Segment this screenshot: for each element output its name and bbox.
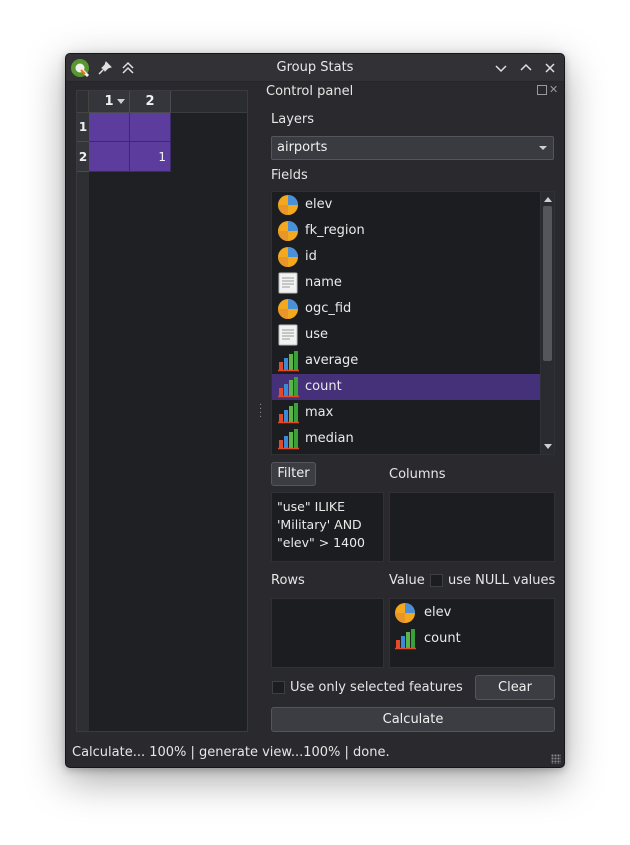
float-panel-icon[interactable] bbox=[537, 85, 547, 95]
status-bar: Calculate... 100% | generate view...100%… bbox=[66, 739, 564, 767]
null-values-label: use NULL values bbox=[448, 573, 556, 588]
panel-splitter[interactable]: · · · · bbox=[259, 401, 262, 423]
layers-combobox-value: airports bbox=[277, 140, 328, 155]
clear-button[interactable]: Clear bbox=[475, 675, 555, 700]
close-icon bbox=[545, 63, 555, 73]
numeric-field-icon bbox=[277, 246, 299, 268]
field-item-average[interactable]: average bbox=[272, 348, 540, 374]
text-field-icon bbox=[277, 324, 299, 346]
filter-button[interactable]: Filter bbox=[271, 462, 316, 486]
resize-grip-icon[interactable] bbox=[551, 754, 561, 764]
table-cell[interactable] bbox=[89, 113, 130, 142]
chevron-up-icon bbox=[520, 63, 532, 71]
row-header-1[interactable]: 1 bbox=[77, 113, 89, 142]
calculate-button[interactable]: Calculate bbox=[271, 707, 555, 732]
scroll-up-icon[interactable] bbox=[544, 197, 552, 202]
field-item-id[interactable]: id bbox=[272, 244, 540, 270]
columns-drop-area[interactable] bbox=[389, 492, 555, 562]
table-corner[interactable] bbox=[77, 91, 89, 113]
field-item-median[interactable]: median bbox=[272, 426, 540, 452]
value-item-label: elev bbox=[424, 605, 452, 620]
filter-expression-box[interactable]: "use" ILIKE 'Military' AND "elev" > 1400 bbox=[271, 492, 384, 562]
chevron-down-icon bbox=[495, 65, 507, 73]
field-item-max[interactable]: max bbox=[272, 400, 540, 426]
field-item-elev[interactable]: elev bbox=[272, 192, 540, 218]
rows-label: Rows bbox=[271, 573, 305, 588]
statistic-bar-chart-icon bbox=[277, 350, 299, 372]
field-item-label: count bbox=[305, 379, 342, 394]
row-header-filler bbox=[77, 172, 89, 731]
field-item-ogc-fid[interactable]: ogc_fid bbox=[272, 296, 540, 322]
numeric-field-icon bbox=[277, 220, 299, 242]
minimize-button[interactable] bbox=[491, 58, 511, 78]
field-item-label: fk_region bbox=[305, 223, 365, 238]
dropdown-arrow-icon bbox=[539, 146, 547, 150]
numeric-field-icon bbox=[394, 602, 416, 624]
fields-label: Fields bbox=[271, 168, 308, 183]
field-item-label: average bbox=[305, 353, 359, 368]
control-panel-title: Control panel bbox=[266, 84, 354, 99]
row-header-label: 1 bbox=[78, 120, 88, 134]
group-stats-window: Group Stats 1 2 1 2 1 · · · · Control pa… bbox=[65, 53, 565, 768]
status-text: Calculate... 100% | generate view...100%… bbox=[72, 745, 390, 760]
columns-label: Columns bbox=[389, 467, 446, 482]
close-panel-icon[interactable]: ✕ bbox=[549, 83, 558, 96]
field-item-fk-region[interactable]: fk_region bbox=[272, 218, 540, 244]
fields-list[interactable]: elev fk_regionid name ogc_fiduse average coun… bbox=[271, 191, 555, 455]
column-header-label: 1 bbox=[104, 94, 114, 109]
statistic-bar-chart-icon bbox=[277, 376, 299, 398]
column-header-label: 2 bbox=[145, 94, 155, 109]
numeric-field-icon bbox=[277, 298, 299, 320]
field-item-label: median bbox=[305, 431, 354, 446]
table-cell[interactable] bbox=[130, 113, 171, 142]
row-header-2[interactable]: 2 bbox=[77, 142, 89, 172]
column-header-1[interactable]: 1 bbox=[89, 91, 130, 113]
statistic-bar-chart-icon bbox=[277, 402, 299, 424]
result-table[interactable]: 1 2 1 2 1 bbox=[76, 90, 248, 732]
text-field-icon bbox=[277, 272, 299, 294]
layers-combobox[interactable]: airports bbox=[271, 136, 554, 160]
row-header-label: 2 bbox=[78, 149, 88, 164]
field-item-use[interactable]: use bbox=[272, 322, 540, 348]
value-label: Value bbox=[389, 573, 425, 588]
selected-features-checkbox[interactable] bbox=[272, 681, 285, 694]
column-header-2[interactable]: 2 bbox=[130, 91, 171, 113]
field-item-label: max bbox=[305, 405, 334, 420]
field-item-label: ogc_fid bbox=[305, 301, 352, 316]
title-bar[interactable]: Group Stats bbox=[66, 54, 564, 82]
header-filler bbox=[171, 91, 247, 113]
rows-drop-area[interactable] bbox=[271, 598, 384, 668]
field-item-label: use bbox=[305, 327, 329, 342]
field-item-count[interactable]: count bbox=[272, 374, 540, 400]
scroll-thumb[interactable] bbox=[543, 206, 552, 361]
field-item-name[interactable]: name bbox=[272, 270, 540, 296]
filter-expression-text: "use" ILIKE 'Military' AND "elev" > 1400 bbox=[277, 499, 365, 550]
null-values-checkbox[interactable] bbox=[430, 574, 443, 587]
value-item-label: count bbox=[424, 631, 461, 646]
maximize-button[interactable] bbox=[516, 58, 536, 78]
window-title: Group Stats bbox=[276, 60, 354, 75]
sort-arrow-icon bbox=[117, 99, 125, 104]
fields-scrollbar[interactable] bbox=[540, 192, 554, 454]
value-item-count[interactable]: count bbox=[394, 627, 544, 651]
field-item-label: id bbox=[305, 249, 317, 264]
numeric-field-icon bbox=[277, 194, 299, 216]
selected-features-label: Use only selected features bbox=[290, 680, 463, 695]
statistic-bar-chart-icon bbox=[394, 628, 416, 650]
value-drop-area[interactable]: elev count bbox=[389, 598, 555, 668]
table-cell[interactable] bbox=[89, 142, 130, 172]
field-item-label: elev bbox=[305, 197, 333, 212]
layers-label: Layers bbox=[271, 112, 315, 127]
scroll-down-icon[interactable] bbox=[544, 444, 552, 449]
statistic-bar-chart-icon bbox=[277, 428, 299, 450]
field-item-label: name bbox=[305, 275, 342, 290]
table-cell[interactable]: 1 bbox=[130, 142, 171, 172]
value-item-elev[interactable]: elev bbox=[394, 601, 544, 625]
close-button[interactable] bbox=[540, 58, 560, 78]
